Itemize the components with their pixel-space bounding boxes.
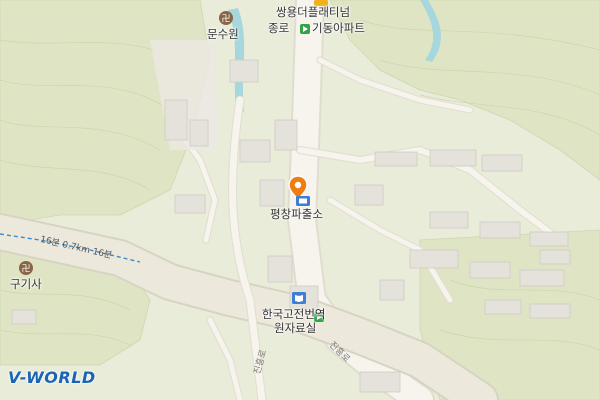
poi-label-munsuwon[interactable]: 문수원 (207, 26, 239, 42)
vworld-logo: V-WORLD (8, 368, 96, 387)
poi-label-gugisa[interactable]: 구기사 (10, 276, 42, 292)
bus-stop-icon[interactable] (300, 24, 310, 34)
library-icon[interactable] (292, 292, 306, 304)
svg-text:卍: 卍 (221, 14, 230, 25)
temple-icon[interactable]: 卍 (19, 261, 33, 275)
poi-label-police[interactable]: 평창파출소 (270, 206, 323, 222)
temple-icon[interactable]: 卍 (219, 11, 233, 25)
poi-label-apartment-line2b: 기동아파트 (312, 21, 365, 35)
svg-text:卍: 卍 (21, 264, 30, 275)
poi-label-apartment-line2: 종로 (268, 21, 290, 35)
map-canvas[interactable]: 卍 卍 (0, 0, 600, 400)
logo-text: V-WORLD (8, 368, 96, 387)
poi-label-apartment[interactable]: 쌍용더플래티넘 (276, 4, 350, 20)
police-station-icon[interactable] (296, 196, 310, 206)
poi-label-library-line2: 원자료실 (274, 321, 317, 335)
